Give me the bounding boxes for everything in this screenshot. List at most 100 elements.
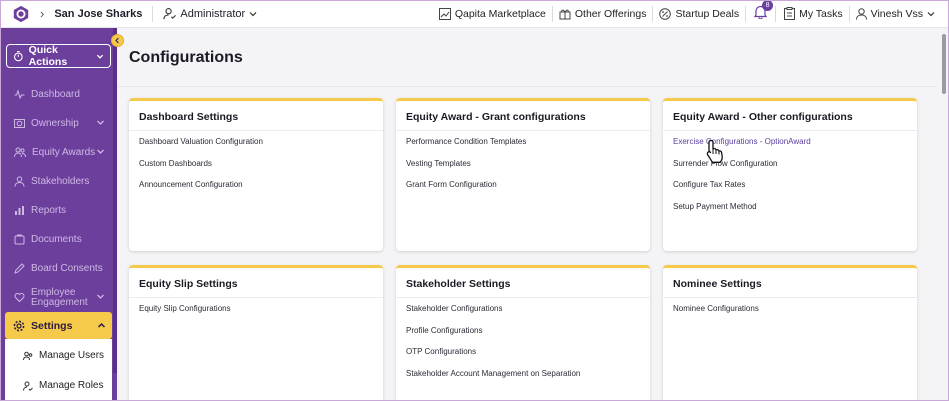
sidebar-item-label: Employee Engagement xyxy=(31,286,88,308)
sidebar-item-employee-engagement[interactable]: Employee Engagement xyxy=(0,283,113,312)
chevron-right-icon: › xyxy=(40,6,45,21)
card-stakeholder-settings: Stakeholder Settings Stakeholder Configu… xyxy=(396,265,650,401)
card-nominee-settings: Nominee Settings Nominee Configurations xyxy=(663,265,917,401)
quick-actions-button[interactable]: Quick Actions xyxy=(6,44,111,68)
card-title: Stakeholder Settings xyxy=(406,278,511,290)
page-title: Configurations xyxy=(129,49,243,66)
sidebar-collapse-button[interactable] xyxy=(111,34,124,47)
card-title: Equity Award - Other configurations xyxy=(673,111,853,123)
sidebar-item-label: Ownership xyxy=(31,118,79,129)
quick-actions-label: Quick Actions xyxy=(28,44,68,68)
divider xyxy=(117,86,937,87)
chevron-down-icon xyxy=(927,11,935,16)
notifications-button[interactable]: 8 xyxy=(746,0,775,22)
qapita-logo-icon[interactable] xyxy=(12,5,30,23)
startup-deals-link[interactable]: Startup Deals xyxy=(653,8,745,20)
config-link[interactable]: Configure Tax Rates xyxy=(663,174,917,196)
config-link[interactable]: Exercise Configurations - OptionAward xyxy=(663,131,917,153)
card-title: Equity Award - Grant configurations xyxy=(406,111,586,123)
config-link[interactable]: Equity Slip Configurations xyxy=(129,298,383,320)
gear-icon xyxy=(13,320,25,331)
doc-icon xyxy=(14,234,25,245)
stopwatch-icon xyxy=(13,51,23,62)
config-link[interactable]: Dashboard Valuation Configuration xyxy=(129,131,383,153)
sidebar-item-label: Reports xyxy=(31,205,67,216)
people-icon xyxy=(14,147,26,158)
sidebar-item-label: Settings xyxy=(31,319,73,332)
sidebar-item-label: Manage Roles xyxy=(39,380,104,391)
heart-icon xyxy=(14,293,25,303)
sidebar-item-board-consents[interactable]: Board Consents xyxy=(0,254,113,283)
config-link[interactable]: Setup Payment Method xyxy=(663,196,917,218)
role-label: Administrator xyxy=(180,7,246,20)
config-link[interactable]: Grant Form Configuration xyxy=(396,174,650,196)
pen-icon xyxy=(14,263,25,274)
sidebar-item-label: Equity Awards xyxy=(32,147,96,158)
sidebar-item-label: Board Consents xyxy=(31,263,103,274)
org-name[interactable]: San Jose Sharks xyxy=(54,8,142,20)
config-link[interactable]: OTP Configurations xyxy=(396,341,650,363)
divider xyxy=(152,5,154,22)
config-link[interactable]: Vesting Templates xyxy=(396,153,650,175)
chevron-down-icon xyxy=(96,54,104,59)
sidebar-item-stakeholders[interactable]: Stakeholders xyxy=(0,167,113,196)
config-link[interactable]: Surrender Flow Configuration xyxy=(663,153,917,175)
scrollbar-thumb[interactable] xyxy=(942,34,946,94)
card-equity-slip-settings: Equity Slip Settings Equity Slip Configu… xyxy=(129,265,383,401)
marketplace-label: Qapita Marketplace xyxy=(454,7,546,20)
other-offerings-link[interactable]: Other Offerings xyxy=(553,8,653,20)
chevron-down-icon xyxy=(97,120,104,125)
chevron-left-icon xyxy=(115,37,119,44)
config-link[interactable]: Stakeholder Configurations xyxy=(396,298,650,320)
chevron-up-icon xyxy=(97,322,106,328)
card-title: Nominee Settings xyxy=(673,278,762,290)
gift-icon xyxy=(559,9,571,19)
config-link[interactable]: Custom Dashboards xyxy=(129,153,383,175)
user-role-icon xyxy=(163,8,177,20)
pulse-icon xyxy=(14,89,25,100)
sidebar-item-label: Stakeholders xyxy=(31,176,90,187)
card-equity-award-other: Equity Award - Other configurations Exer… xyxy=(663,98,917,251)
notification-badge: 8 xyxy=(762,0,774,11)
pie-icon xyxy=(14,119,25,128)
sidebar-item-label: Dashboard xyxy=(31,89,80,100)
chevron-down-icon xyxy=(249,11,257,16)
config-link[interactable]: Announcement Configuration xyxy=(129,174,383,196)
page-scrollbar[interactable] xyxy=(941,30,947,370)
marketplace-link[interactable]: Qapita Marketplace xyxy=(433,7,552,20)
sidebar-item-documents[interactable]: Documents xyxy=(0,225,113,254)
sidebar-item-ownership[interactable]: Ownership xyxy=(0,109,113,138)
user-name: Vinesh Vss xyxy=(870,7,923,20)
sidebar-item-manage-users[interactable]: Manage Users xyxy=(5,342,112,369)
card-title: Dashboard Settings xyxy=(139,111,239,123)
role-switcher[interactable]: Administrator xyxy=(163,7,257,20)
person-icon xyxy=(14,176,25,187)
my-tasks-link[interactable]: My Tasks xyxy=(776,7,849,20)
chart-icon xyxy=(438,7,451,20)
main-content: Configurations Dashboard Settings Dashbo… xyxy=(117,28,937,401)
settings-submenu: Manage Users Manage Roles xyxy=(5,339,112,401)
sidebar-item-dashboard[interactable]: Dashboard xyxy=(0,80,113,109)
sidebar-item-manage-roles[interactable]: Manage Roles xyxy=(5,372,112,399)
sidebar-item-settings[interactable]: Settings xyxy=(5,312,112,339)
card-title: Equity Slip Settings xyxy=(139,278,238,290)
config-link[interactable]: Profile Configurations xyxy=(396,320,650,342)
sidebar-item-reports[interactable]: Reports xyxy=(0,196,113,225)
other-offerings-label: Other Offerings xyxy=(574,7,647,20)
my-tasks-label: My Tasks xyxy=(799,7,843,20)
user-menu[interactable]: Vinesh Vss xyxy=(850,8,949,20)
chevron-down-icon xyxy=(97,294,104,299)
users-icon xyxy=(23,351,33,360)
chevron-down-icon xyxy=(97,149,104,154)
startup-deals-label: Startup Deals xyxy=(675,7,740,20)
sidebar-item-equity-awards[interactable]: Equity Awards xyxy=(0,138,113,167)
config-link[interactable]: Nominee Configurations xyxy=(663,298,917,320)
card-equity-award-grant: Equity Award - Grant configurations Perf… xyxy=(396,98,650,251)
clipboard-icon xyxy=(784,7,796,20)
config-link[interactable]: Performance Condition Templates xyxy=(396,131,650,153)
sidebar-item-label-line1: Employee xyxy=(31,286,76,298)
config-link[interactable]: Stakeholder Account Management on Separa… xyxy=(396,363,650,385)
person-icon xyxy=(855,7,867,20)
sidebar-item-label-line2: Engagement xyxy=(31,296,88,308)
hand-pointer-cursor-icon xyxy=(706,139,723,163)
